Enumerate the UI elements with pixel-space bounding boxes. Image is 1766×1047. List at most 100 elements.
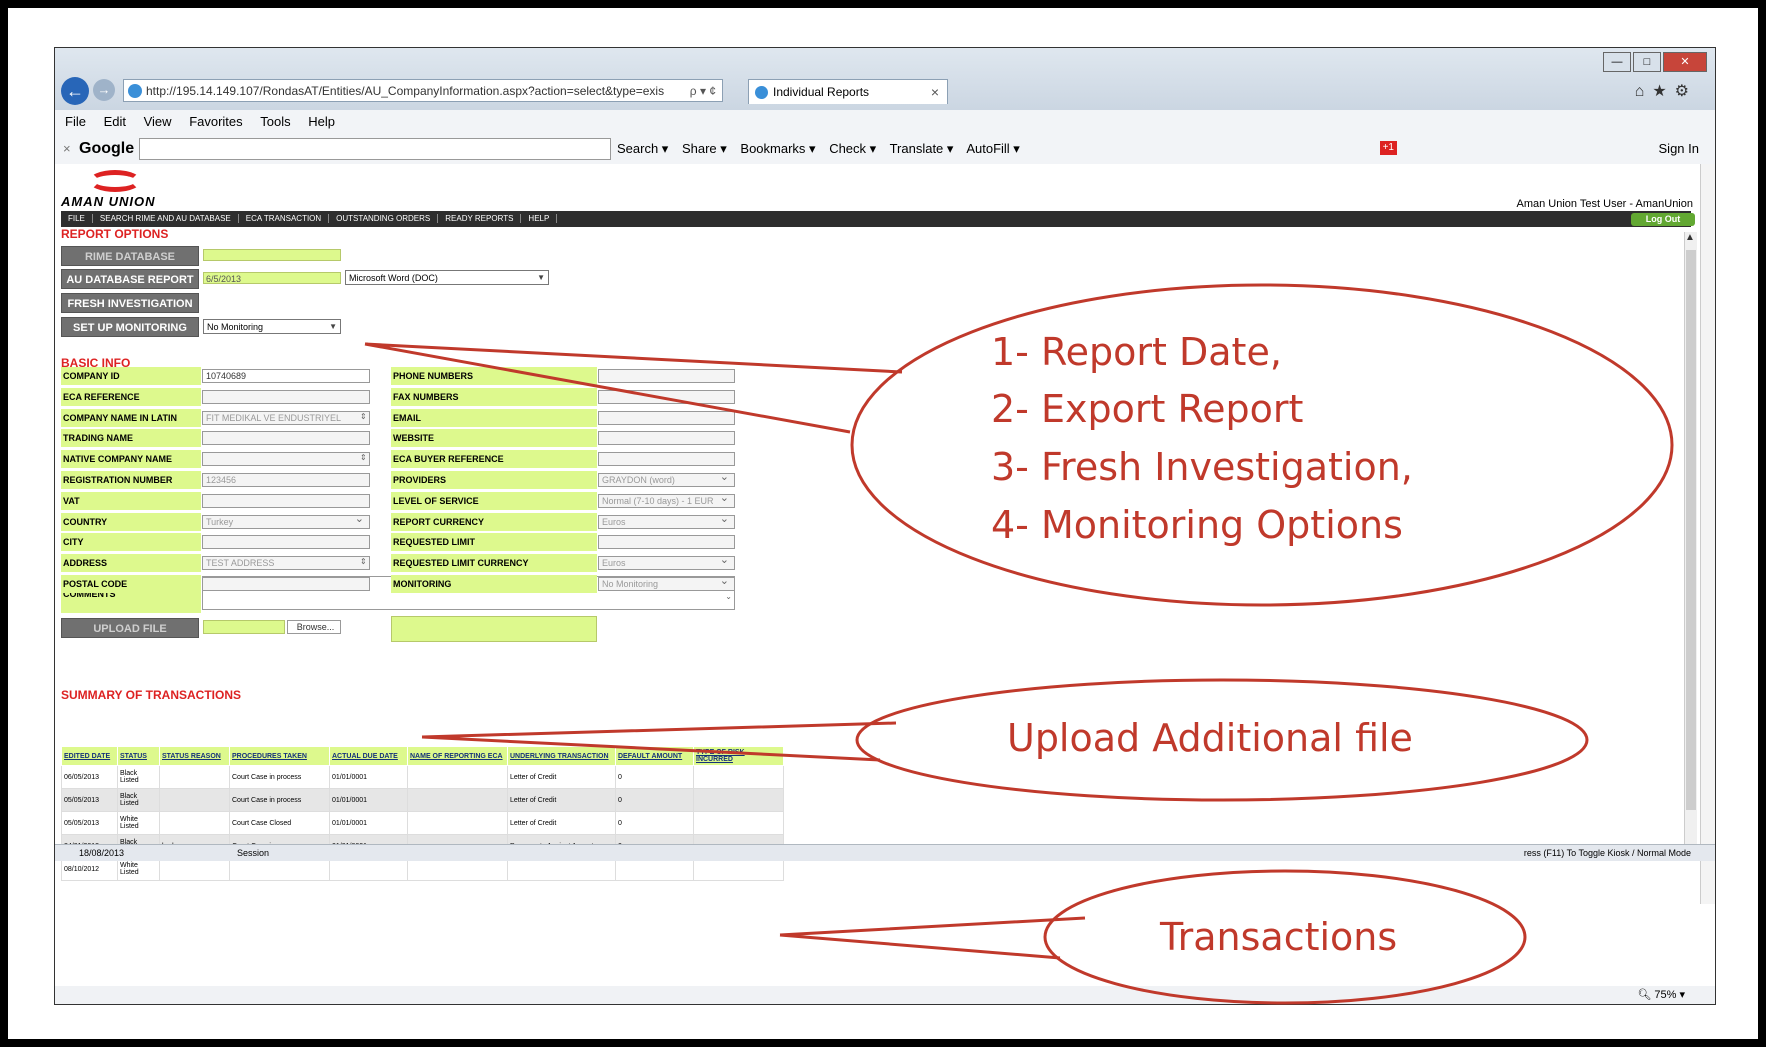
google-search-button[interactable]: Search ▾ — [617, 141, 668, 156]
scroll-up-icon[interactable]: ▲ — [1685, 232, 1695, 243]
favorites-star-icon[interactable]: ★ — [1652, 83, 1674, 100]
summary-of-transactions-title: SUMMARY OF TRANSACTIONS — [61, 688, 241, 702]
table-header[interactable]: TYPE OF RISK INCURRED — [693, 746, 784, 766]
basic-info-input[interactable] — [598, 535, 735, 549]
address-controls[interactable]: ρ ▾ ¢ — [690, 80, 716, 101]
table-header[interactable]: PROCEDURES TAKEN — [229, 746, 330, 766]
table-cell — [159, 788, 230, 812]
basic-info-input[interactable] — [202, 390, 370, 404]
table-cell — [159, 811, 230, 835]
table-header[interactable]: DEFAULT AMOUNT — [615, 746, 694, 766]
basic-info-input[interactable] — [202, 577, 370, 591]
toolbar-close-icon[interactable]: × — [63, 134, 71, 164]
address-bar[interactable]: http://195.14.149.107/RondasAT/Entities/… — [123, 79, 723, 102]
basic-info-input[interactable]: TEST ADDRESS — [202, 556, 370, 570]
basic-info-label: COUNTRY — [61, 513, 201, 531]
nav-ready-reports[interactable]: READY REPORTS — [438, 214, 522, 223]
gear-icon[interactable]: ⚙ — [1675, 83, 1697, 100]
basic-info-input[interactable]: No Monitoring — [598, 577, 735, 591]
minimize-icon[interactable]: — — [1603, 52, 1631, 72]
sign-in-button[interactable]: Sign In — [1659, 134, 1699, 164]
bookmarks-button[interactable]: Bookmarks ▾ — [740, 141, 815, 156]
logout-button[interactable]: Log Out — [1631, 213, 1695, 226]
au-database-report-button[interactable]: AU DATABASE REPORT — [61, 269, 199, 289]
menu-view[interactable]: View — [144, 114, 172, 129]
scroll-thumb[interactable] — [1686, 250, 1696, 810]
basic-info-label: NATIVE COMPANY NAME — [61, 450, 201, 468]
basic-info-input[interactable] — [598, 452, 735, 466]
upload-file-path-input[interactable] — [203, 620, 285, 634]
nav-file[interactable]: FILE — [61, 214, 93, 223]
nav-eca-transaction[interactable]: ECA TRANSACTION — [238, 214, 330, 223]
basic-info-input[interactable]: 10740689 — [202, 369, 370, 383]
basic-info-input[interactable] — [202, 431, 370, 445]
browser-tab[interactable]: Individual Reports × — [748, 79, 948, 104]
status-hint: ress (F11) To Toggle Kiosk / Normal Mode — [1523, 848, 1691, 858]
tab-close-icon[interactable]: × — [931, 80, 939, 105]
table-cell: Court Case Closed — [229, 811, 330, 835]
user-info: Aman Union Test User - AmanUnion — [1516, 198, 1694, 210]
table-cell: 01/01/0001 — [329, 788, 408, 812]
basic-info-input[interactable]: Euros — [598, 556, 735, 570]
table-header[interactable]: STATUS REASON — [159, 746, 230, 766]
basic-info-input[interactable]: Normal (7-10 days) - 1 EUR — [598, 494, 735, 508]
monitoring-select[interactable]: No Monitoring — [203, 319, 341, 334]
basic-info-input[interactable]: Euros — [598, 515, 735, 529]
browse-button[interactable]: Browse... — [287, 620, 341, 634]
menu-favorites[interactable]: Favorites — [189, 114, 242, 129]
rime-date-input[interactable] — [203, 249, 341, 261]
basic-info-input[interactable] — [598, 431, 735, 445]
upload-description-input[interactable] — [391, 616, 597, 642]
fresh-investigation-button[interactable]: FRESH INVESTIGATION — [61, 293, 199, 313]
page-scrollbar[interactable]: ▲ ▼ — [1684, 232, 1697, 857]
maximize-icon[interactable]: □ — [1633, 52, 1661, 72]
forward-button[interactable]: → — [93, 79, 115, 101]
set-up-monitoring-button[interactable]: SET UP MONITORING — [61, 317, 199, 337]
tab-title: Individual Reports — [773, 85, 870, 99]
basic-info-input[interactable] — [598, 369, 735, 383]
table-header[interactable]: EDITED DATE — [61, 746, 118, 766]
zoom-level[interactable]: 🔍︎ 75% ▾ — [1637, 986, 1685, 1004]
basic-info-label: POSTAL CODE — [61, 575, 201, 593]
menu-file[interactable]: File — [65, 114, 86, 129]
browser-scrollbar[interactable] — [1700, 164, 1715, 904]
table-row[interactable]: 05/05/2013 Black Listed Court Case in proc… — [61, 788, 784, 812]
autofill-button[interactable]: AutoFill ▾ — [966, 141, 1020, 156]
basic-info-input[interactable] — [598, 390, 735, 404]
basic-info-input[interactable] — [598, 411, 735, 425]
basic-info-input[interactable]: Turkey — [202, 515, 370, 529]
menu-edit[interactable]: Edit — [104, 114, 126, 129]
menu-help[interactable]: Help — [308, 114, 335, 129]
basic-info-input[interactable] — [202, 494, 370, 508]
basic-info-label: TRADING NAME — [61, 429, 201, 447]
check-button[interactable]: Check ▾ — [829, 141, 876, 156]
au-report-date-input[interactable]: 6/5/2013 — [203, 272, 341, 284]
google-search-input[interactable] — [139, 138, 611, 160]
nav-help[interactable]: HELP — [521, 214, 558, 223]
rime-database-report-button[interactable]: RIME DATABASE REPORT — [61, 246, 199, 283]
table-row[interactable]: 06/05/2013 Black Listed Court Case in proc… — [61, 765, 784, 789]
table-row[interactable]: 05/05/2013 White Listed Court Case Closed 0… — [61, 811, 784, 835]
translate-button[interactable]: Translate ▾ — [890, 141, 954, 156]
upload-file-button[interactable]: UPLOAD FILE — [61, 618, 199, 638]
table-header[interactable]: STATUS — [117, 746, 160, 766]
close-icon[interactable]: ✕ — [1663, 52, 1707, 72]
basic-info-input[interactable]: FIT MEDIKAL VE ENDUSTRIYEL — [202, 411, 370, 425]
basic-info-input[interactable] — [202, 535, 370, 549]
table-header[interactable]: NAME OF REPORTING ECA — [407, 746, 508, 766]
basic-info-input[interactable] — [202, 452, 370, 466]
basic-info-input[interactable]: GRAYDON (word) — [598, 473, 735, 487]
basic-info-label: PHONE NUMBERS — [391, 367, 597, 385]
menu-tools[interactable]: Tools — [260, 114, 290, 129]
home-icon[interactable]: ⌂ — [1635, 83, 1653, 100]
table-cell — [407, 811, 508, 835]
back-button[interactable]: ← — [61, 77, 89, 105]
nav-search-rime[interactable]: SEARCH RIME AND AU DATABASE — [92, 214, 239, 223]
nav-outstanding-orders[interactable]: OUTSTANDING ORDERS — [329, 214, 439, 223]
basic-info-input[interactable]: 123456 — [202, 473, 370, 487]
google-plus-badge[interactable]: +1 — [1379, 141, 1397, 155]
table-header[interactable]: ACTUAL DUE DATE — [329, 746, 408, 766]
table-header[interactable]: UNDERLYING TRANSACTION — [507, 746, 616, 766]
share-button[interactable]: Share ▾ — [682, 141, 727, 156]
export-format-select[interactable]: Microsoft Word (DOC) — [345, 270, 549, 285]
